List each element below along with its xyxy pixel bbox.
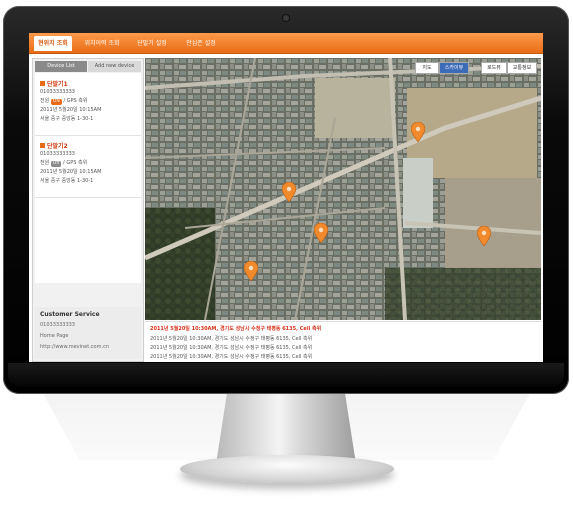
device-status: 전원 Off / GPS 측위: [40, 159, 140, 168]
device-name: 단말기2: [40, 141, 140, 150]
device-name: 단말기1: [40, 79, 140, 88]
sidebar: Device List Add new device 단말기1 01033333…: [32, 58, 144, 362]
tab-device-settings[interactable]: 단말기 설정: [132, 36, 172, 51]
status-prefix: 전원: [40, 98, 50, 104]
satellite-imagery: [145, 58, 541, 320]
power-badge: Off: [50, 161, 62, 167]
device-item[interactable]: 단말기1 01033333333 전원 ON / GPS 측위 2011년 5월…: [40, 79, 140, 124]
device-time: 2011년 5월20일 10:15AM: [40, 169, 102, 175]
sidebar-tabs: Device List Add new device: [35, 61, 141, 72]
log-entry[interactable]: 2011년 5월20일 10:30AM, 경기도 성남시 수정구 태평동 613…: [150, 335, 312, 342]
map-type-traffic-button[interactable]: 교통정보: [507, 62, 537, 74]
power-badge: ON: [50, 99, 62, 105]
customer-service: Customer Service 01033333333 Home Page h…: [35, 307, 141, 359]
cs-phone: 01033333333: [40, 322, 75, 328]
log-entry[interactable]: 2011년 5월20일 10:30AM, 경기도 성남시 수정구 태평동 613…: [150, 353, 312, 360]
location-pin-icon[interactable]: [314, 223, 328, 243]
device-marker-icon: [40, 81, 45, 86]
status-suffix: / GPS 측위: [63, 160, 88, 166]
tab-device-list[interactable]: Device List: [35, 61, 87, 72]
cs-homepage-label: Home Page: [40, 333, 69, 339]
location-pin-icon[interactable]: [477, 226, 491, 246]
device-status: 전원 ON / GPS 측위: [40, 97, 140, 106]
device-list: 단말기1 01033333333 전원 ON / GPS 측위 2011년 5월…: [35, 73, 141, 283]
location-pin-icon[interactable]: [411, 122, 425, 142]
map-type-skyview-button[interactable]: 스카이뷰: [439, 62, 469, 74]
customer-service-title: Customer Service: [40, 311, 100, 318]
status-suffix: / GPS 측위: [63, 98, 88, 104]
tab-location-history[interactable]: 위치이력 조회: [81, 36, 123, 51]
location-pin-icon[interactable]: [244, 261, 258, 281]
log-entry-latest[interactable]: 2011년 5월20일 10:30AM, 경기도 성남시 수정구 태평동 613…: [150, 325, 321, 332]
device-address: 서울 중구 중앙동 1-30-1: [40, 116, 94, 122]
location-log: 2011년 5월20일 10:30AM, 경기도 성남시 수정구 태평동 613…: [145, 321, 541, 362]
device-address: 서울 중구 중앙동 1-30-1: [40, 178, 94, 184]
device-time: 2011년 5월20일 10:15AM: [40, 107, 102, 113]
status-prefix: 전원: [40, 160, 50, 166]
device-name-text: 단말기2: [47, 143, 68, 150]
device-marker-icon: [40, 143, 45, 148]
satellite-map[interactable]: 지도 스카이뷰 로드뷰 교통정보: [145, 58, 541, 320]
divider: [35, 135, 141, 136]
monitor-chin: [8, 363, 564, 387]
top-nav-bar: 현위치 조회 위치이력 조회 단말기 설정 안심존 설정: [29, 33, 543, 54]
location-pin-icon[interactable]: [282, 182, 296, 202]
map-type-roadview-button[interactable]: 로드뷰: [481, 62, 507, 74]
device-name-text: 단말기1: [47, 81, 68, 88]
device-phone: 01033333333: [40, 89, 75, 95]
device-item[interactable]: 단말기2 01033333333 전원 Off / GPS 측위 2011년 5…: [40, 141, 140, 186]
tab-add-device[interactable]: Add new device: [88, 61, 141, 72]
tab-safezone-settings[interactable]: 안심존 설정: [181, 36, 221, 51]
map-type-map-button[interactable]: 지도: [415, 62, 439, 74]
webcam-icon: [283, 15, 289, 21]
tab-current-location[interactable]: 현위치 조회: [34, 36, 72, 51]
app-screen: 현위치 조회 위치이력 조회 단말기 설정 안심존 설정 Device List…: [29, 33, 543, 362]
divider: [35, 197, 141, 198]
log-entry[interactable]: 2011년 5월20일 10:30AM, 경기도 성남시 수정구 태평동 613…: [150, 344, 312, 351]
device-phone: 01033333333: [40, 151, 75, 157]
cs-homepage-link[interactable]: http://www.mevinet.com.cn: [40, 344, 109, 350]
monitor-stand-base: [180, 455, 394, 483]
monitor-stand-neck: [216, 392, 356, 464]
